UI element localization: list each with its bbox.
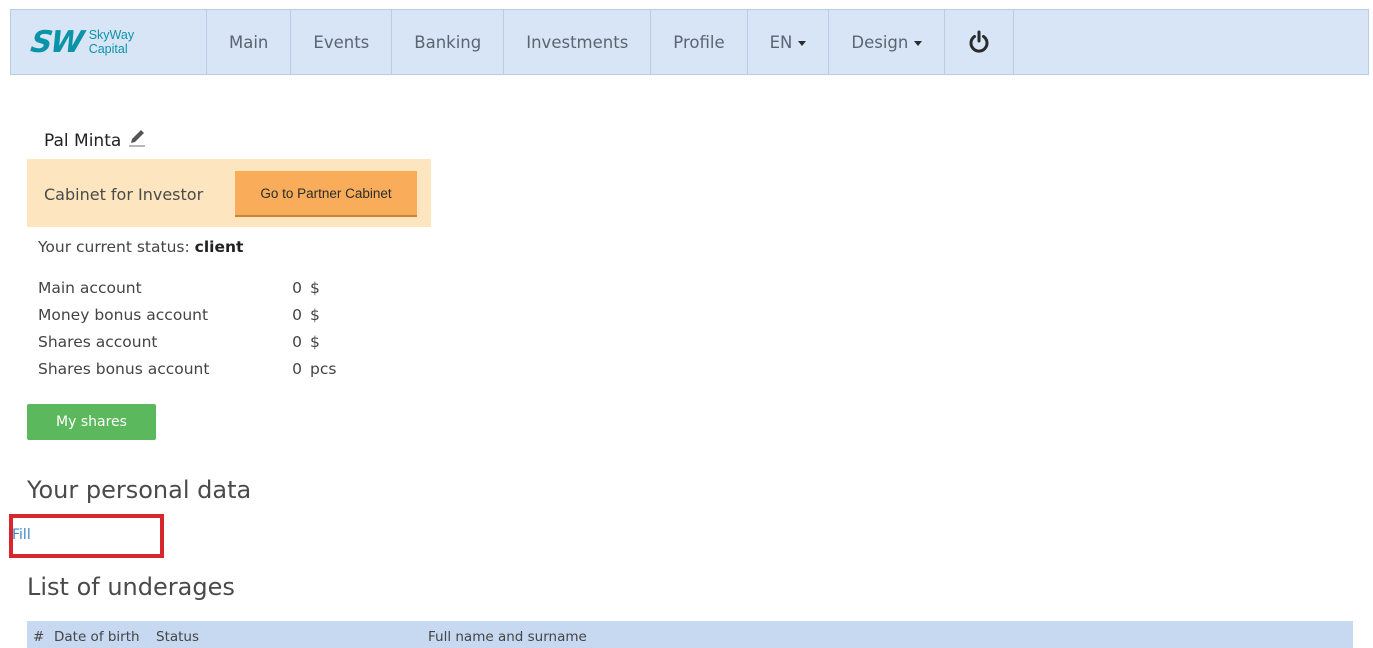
account-value: 0 [292,305,302,324]
power-icon [968,30,990,54]
nav-item-label: Profile [673,32,725,52]
column-header-date-of-birth: Date of birth [54,629,140,645]
design-label: Design [851,32,909,52]
partner-cabinet-button[interactable]: Go to Partner Cabinet [235,171,417,217]
top-navbar: SW SkyWay Capital Main Events Banking In… [10,9,1369,75]
fill-link[interactable]: Fill [12,527,31,543]
nav-item-label: Main [229,32,269,52]
logo-line-1: SkyWay [88,28,135,42]
nav-item-label: Investments [526,32,629,52]
pencil-icon[interactable] [128,129,146,152]
personal-data-heading: Your personal data [27,476,252,504]
design-dropdown[interactable]: Design [829,10,946,74]
accounts-list: Main account 0 $ Money bonus account 0 $… [38,274,336,382]
user-name-text: Pal Minta [44,130,122,151]
nav-item-label: Banking [414,32,482,52]
account-unit: $ [310,278,320,297]
account-label: Shares account [38,332,158,351]
account-label: Money bonus account [38,305,209,324]
logo-line-2: Capital [88,42,128,56]
caret-down-icon [914,41,923,46]
nav-item-banking[interactable]: Banking [392,10,505,74]
account-value: 0 [292,332,302,351]
cabinet-label: Cabinet for Investor [44,185,204,204]
status-line: Your current status: client [38,238,243,256]
highlight-box [9,514,164,558]
account-row: Shares account 0 $ [38,328,336,355]
status-value: client [194,238,244,256]
account-unit: pcs [310,359,337,378]
language-dropdown[interactable]: EN [748,10,830,74]
column-header-full-name: Full name and surname [428,629,587,645]
underages-table-header: # Date of birth Status Full name and sur… [27,621,1353,648]
account-row: Main account 0 $ [38,274,336,301]
nav-item-main[interactable]: Main [207,10,292,74]
account-label: Shares bonus account [38,359,210,378]
account-unit: $ [310,332,320,351]
account-unit: $ [310,305,320,324]
my-shares-button[interactable]: My shares [27,404,156,440]
account-label: Main account [38,278,142,297]
brand-logo[interactable]: SW SkyWay Capital [11,10,207,74]
column-header-number: # [33,629,45,645]
nav-item-investments[interactable]: Investments [504,10,652,74]
logo-text: SkyWay Capital [89,28,134,56]
logo-mark: SW [28,24,85,60]
nav-item-events[interactable]: Events [291,10,393,74]
status-prefix: Your current status: [38,238,190,256]
language-label: EN [769,32,793,52]
caret-down-icon [798,41,807,46]
cabinet-bar: Cabinet for Investor Go to Partner Cabin… [27,159,431,227]
column-header-status: Status [156,629,200,645]
account-value: 0 [292,359,302,378]
account-row: Money bonus account 0 $ [38,301,336,328]
account-value: 0 [292,278,302,297]
nav-item-label: Events [313,32,370,52]
underages-heading: List of underages [27,573,235,601]
logout-button[interactable] [945,10,1015,74]
nav-item-profile[interactable]: Profile [651,10,748,74]
account-row: Shares bonus account 0 pcs [38,355,336,382]
user-name: Pal Minta [44,129,146,152]
